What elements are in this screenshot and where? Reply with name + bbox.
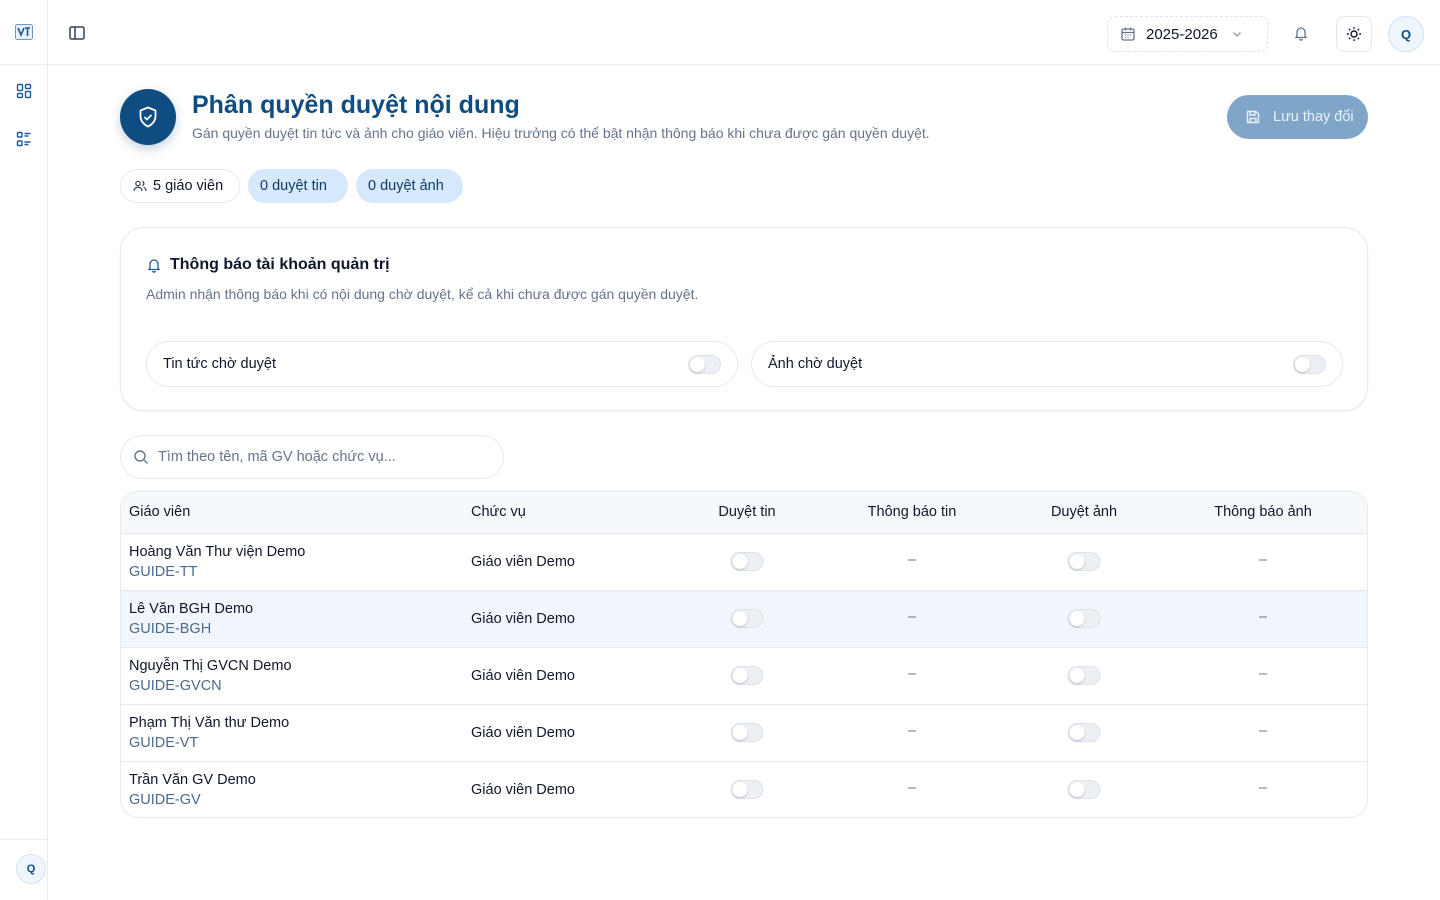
teacher-code: GUIDE-BGH (129, 621, 212, 637)
sidebar-divider-bottom (0, 839, 47, 840)
teacher-role: Giáo viên Demo (471, 554, 575, 570)
news-approve-toggle[interactable] (730, 780, 764, 799)
photo-approver-count-pill: 0 duyệt ảnh (356, 169, 463, 203)
table-row: Nguyễn Thị GVCN Demo GUIDE-GVCN Giáo viê… (121, 648, 1367, 705)
shield-badge (120, 89, 176, 145)
admin-notification-card: Thông báo tài khoản quản trị Admin nhận … (120, 227, 1368, 411)
news-approve-toggle[interactable] (730, 552, 764, 571)
table-row: Phạm Thị Văn thư Demo GUIDE-VT Giáo viên… (121, 705, 1367, 762)
school-year-select[interactable]: 2025-2026 (1107, 16, 1268, 52)
photo-approve-toggle[interactable] (1067, 552, 1101, 571)
teacher-code: GUIDE-GV (129, 792, 201, 808)
teacher-code: GUIDE-TT (129, 564, 198, 580)
news-approve-toggle[interactable] (730, 609, 764, 628)
teacher-role: Giáo viên Demo (471, 782, 575, 798)
photo-approve-toggle[interactable] (1067, 723, 1101, 742)
news-notify-cell: – (907, 723, 917, 739)
users-icon (133, 180, 147, 192)
notification-card-description: Admin nhận thông báo khi có nội dung chờ… (146, 286, 699, 302)
col-news-approve: Duyệt tin (718, 504, 776, 520)
teacher-name: Phạm Thị Văn thư Demo (129, 715, 290, 731)
teacher-search (120, 435, 504, 479)
page-title: Phân quyền duyệt nội dung (192, 91, 520, 119)
sidebar: Q (0, 0, 48, 900)
photo-notify-cell: – (1258, 780, 1268, 796)
search-icon (134, 450, 148, 464)
news-notify-cell: – (907, 666, 917, 682)
search-input[interactable] (158, 449, 478, 465)
photo-approve-toggle[interactable] (1067, 666, 1101, 685)
pending-photo-toggle[interactable] (1293, 354, 1326, 374)
teacher-code: GUIDE-GVCN (129, 678, 222, 694)
col-photo-approve: Duyệt ảnh (1050, 504, 1118, 520)
photo-notify-cell: – (1258, 552, 1268, 568)
table-row: Lê Văn BGH Demo GUIDE-BGH Giáo viên Demo… (121, 591, 1367, 648)
sun-icon (1347, 27, 1361, 41)
news-approver-count: 0 duyệt tin (260, 178, 327, 194)
sidebar-divider (0, 64, 47, 65)
news-approver-count-pill: 0 duyệt tin (248, 169, 348, 203)
pending-news-option: Tin tức chờ duyệt (146, 341, 738, 387)
calendar-icon (1121, 27, 1135, 41)
col-teacher: Giáo viên (129, 504, 191, 520)
photo-notify-cell: – (1258, 666, 1268, 682)
teacher-code: GUIDE-VT (129, 735, 199, 751)
news-notify-cell: – (907, 552, 917, 568)
news-approve-toggle[interactable] (730, 666, 764, 685)
notification-card-title: Thông báo tài khoản quản trị (170, 256, 390, 273)
permissions-table: Giáo viên Chức vụ Duyệt tin Thông báo ti… (120, 491, 1368, 818)
topbar: 2025-2026 Q (48, 0, 1440, 65)
photo-approve-toggle[interactable] (1067, 609, 1101, 628)
teacher-role: Giáo viên Demo (471, 668, 575, 684)
col-role: Chức vụ (471, 504, 526, 520)
teacher-count: 5 giáo viên (153, 178, 224, 194)
pending-photo-label: Ảnh chờ duyệt (768, 356, 863, 372)
pending-news-label: Tin tức chờ duyệt (163, 356, 276, 372)
sidebar-toggle-icon[interactable] (68, 24, 86, 42)
list-checks-icon[interactable] (16, 131, 32, 147)
teacher-role: Giáo viên Demo (471, 611, 575, 627)
save-icon (1246, 110, 1260, 124)
school-year-value: 2025-2026 (1146, 25, 1218, 43)
col-photo-notify: Thông báo ảnh (1214, 504, 1312, 520)
app-logo-icon[interactable] (15, 24, 33, 40)
user-avatar[interactable]: Q (1388, 16, 1424, 52)
bell-icon (147, 259, 161, 273)
chevron-down-icon (1232, 31, 1241, 38)
photo-notify-cell: – (1258, 723, 1268, 739)
notification-bell-icon[interactable] (1293, 25, 1309, 41)
table-row: Hoàng Văn Thư viện Demo GUIDE-TT Giáo vi… (121, 534, 1367, 591)
table-header: Giáo viên Chức vụ Duyệt tin Thông báo ti… (121, 492, 1367, 534)
teacher-name: Hoàng Văn Thư viện Demo (129, 544, 306, 560)
photo-notify-cell: – (1258, 609, 1268, 625)
save-changes-button[interactable]: Lưu thay đổi (1227, 95, 1368, 139)
teacher-name: Trần Văn GV Demo (129, 772, 256, 788)
photo-approve-toggle[interactable] (1067, 780, 1101, 799)
dashboard-grid-icon[interactable] (16, 83, 32, 99)
teacher-name: Lê Văn BGH Demo (129, 601, 254, 617)
table-row: Trần Văn GV Demo GUIDE-GV Giáo viên Demo… (121, 762, 1367, 817)
teacher-name: Nguyễn Thị GVCN Demo (129, 658, 292, 674)
news-notify-cell: – (907, 780, 917, 796)
page-description: Gán quyền duyệt tin tức và ảnh cho giáo … (192, 125, 930, 141)
pending-news-toggle[interactable] (688, 354, 721, 374)
news-approve-toggle[interactable] (730, 723, 764, 742)
news-notify-cell: – (907, 609, 917, 625)
pending-photo-option: Ảnh chờ duyệt (751, 341, 1343, 387)
col-news-notify: Thông báo tin (867, 504, 957, 520)
teacher-count-pill: 5 giáo viên (120, 169, 240, 203)
theme-toggle-button[interactable] (1336, 16, 1372, 52)
shield-check-icon (139, 106, 157, 128)
teacher-role: Giáo viên Demo (471, 725, 575, 741)
save-button-label: Lưu thay đổi (1273, 109, 1354, 125)
sidebar-avatar[interactable]: Q (16, 854, 46, 884)
photo-approver-count: 0 duyệt ảnh (368, 178, 444, 194)
